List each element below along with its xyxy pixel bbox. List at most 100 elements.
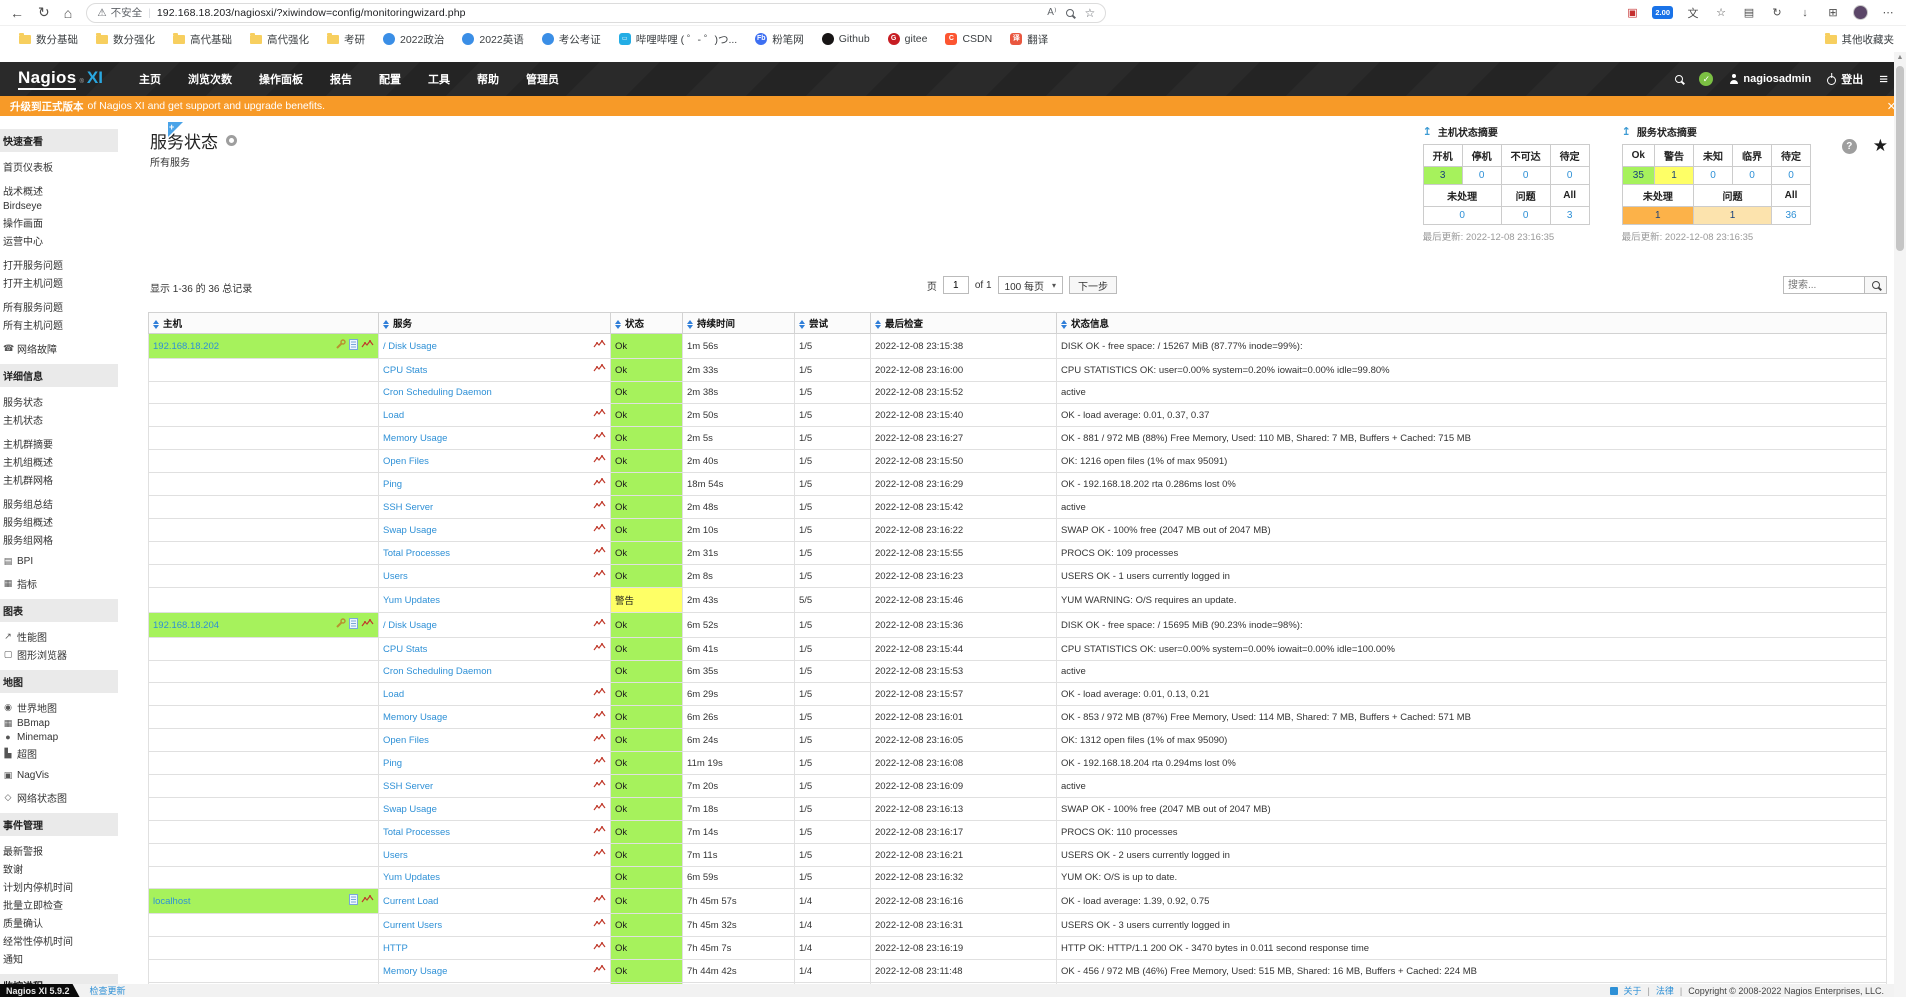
perf-graph-icon[interactable]: [361, 619, 374, 631]
summary-value[interactable]: 0: [1694, 167, 1733, 185]
sidebar-item[interactable]: 打开服务问题: [0, 255, 118, 273]
column-header-主机[interactable]: 主机: [149, 313, 379, 334]
sidebar-item[interactable]: 主机群摘要: [0, 434, 118, 452]
sort-icon[interactable]: [799, 320, 805, 329]
column-header-尝试[interactable]: 尝试: [795, 313, 871, 334]
perf-graph-icon[interactable]: [593, 570, 606, 582]
summary-value[interactable]: 1: [1694, 207, 1772, 225]
service-link[interactable]: Yum Updates: [383, 872, 440, 883]
per-page-select[interactable]: 100 每页 ▾: [998, 276, 1063, 294]
nav-item-管理员[interactable]: 管理员: [526, 71, 559, 87]
sidebar-item[interactable]: 所有服务问题: [0, 297, 118, 315]
sidebar-section-header[interactable]: 详细信息: [0, 364, 118, 387]
sidebar-item[interactable]: 致谢: [0, 859, 118, 877]
sort-icon[interactable]: [875, 320, 881, 329]
back-icon[interactable]: ←: [10, 5, 24, 21]
service-link[interactable]: Open Files: [383, 735, 429, 746]
nav-item-配置[interactable]: 配置: [379, 71, 401, 87]
sidebar-item[interactable]: 服务组概述: [0, 512, 118, 530]
url-bar[interactable]: ⚠ 不安全 | 192.168.18.203/nagiosxi/?xiwindo…: [86, 3, 1106, 23]
sidebar-section-header[interactable]: 事件管理: [0, 813, 118, 836]
service-link[interactable]: Total Processes: [383, 548, 450, 559]
history-icon[interactable]: ↻: [1769, 5, 1785, 21]
wrench-icon[interactable]: [335, 339, 346, 353]
sort-icon[interactable]: [1061, 320, 1067, 329]
perf-graph-icon[interactable]: [593, 734, 606, 746]
banner-bold-text[interactable]: 升级到正式版本: [10, 99, 84, 114]
summary-value[interactable]: 1: [1655, 167, 1694, 185]
page-scrollbar[interactable]: ▲: [1894, 52, 1906, 997]
perf-graph-icon[interactable]: [593, 619, 606, 631]
scrollbar-thumb[interactable]: [1896, 66, 1904, 251]
perf-graph-icon[interactable]: [593, 643, 606, 655]
logout-button[interactable]: 登出: [1827, 71, 1863, 87]
header-search-icon[interactable]: [1675, 75, 1683, 83]
bookmark-item[interactable]: 译翻译: [1003, 30, 1055, 49]
sidebar-item[interactable]: 主机状态: [0, 410, 118, 428]
sidebar-item[interactable]: ▢图形浏览器: [0, 645, 118, 663]
summary-value[interactable]: 0: [1733, 167, 1772, 185]
search-input[interactable]: [1783, 276, 1865, 294]
about-link[interactable]: 关于: [1624, 984, 1642, 997]
next-page-button[interactable]: 下一步: [1069, 276, 1117, 294]
perf-graph-icon[interactable]: [593, 409, 606, 421]
sidebar-item[interactable]: ●Minemap: [0, 730, 118, 744]
wrench-icon[interactable]: [335, 618, 346, 632]
log-icon[interactable]: [349, 894, 358, 908]
service-link[interactable]: Memory Usage: [383, 966, 447, 977]
bookmark-item[interactable]: 考公考证: [535, 30, 608, 49]
read-aloud-icon[interactable]: A⁾: [1047, 7, 1056, 18]
sidebar-item[interactable]: Birdseye: [0, 199, 118, 213]
perf-graph-icon[interactable]: [593, 524, 606, 536]
favorites-star-icon[interactable]: ☆: [1713, 5, 1729, 21]
profile-avatar[interactable]: [1853, 5, 1868, 20]
perf-graph-icon[interactable]: [593, 501, 606, 513]
perf-graph-icon[interactable]: [593, 364, 606, 376]
collections-icon[interactable]: ▤: [1741, 5, 1757, 21]
sidebar-item[interactable]: 战术概述: [0, 181, 118, 199]
summary-value[interactable]: 0: [1423, 207, 1501, 225]
bookmark-item[interactable]: 数分基础: [12, 30, 85, 49]
sidebar-item[interactable]: 操作画面: [0, 213, 118, 231]
sidebar-item[interactable]: 服务状态: [0, 392, 118, 410]
zoom-icon[interactable]: [1066, 9, 1074, 17]
sidebar-section-header[interactable]: 快速查看: [0, 129, 118, 152]
service-link[interactable]: SSH Server: [383, 781, 433, 792]
service-link[interactable]: Cron Scheduling Daemon: [383, 666, 492, 677]
sidebar-item[interactable]: ◉世界地图: [0, 698, 118, 716]
host-cell[interactable]: 192.168.18.202: [149, 334, 379, 359]
perf-graph-icon[interactable]: [593, 711, 606, 723]
sort-icon[interactable]: [153, 320, 159, 329]
sidebar-item[interactable]: ▙超图: [0, 744, 118, 762]
service-link[interactable]: Ping: [383, 479, 402, 490]
bookmark-item[interactable]: 考研: [320, 30, 372, 49]
perf-graph-icon[interactable]: [593, 340, 606, 352]
security-warning[interactable]: ⚠ 不安全: [97, 5, 142, 20]
host-link[interactable]: 192.168.18.202: [153, 341, 219, 352]
column-header-状态信息[interactable]: 状态信息: [1057, 313, 1887, 334]
downloads-icon[interactable]: ↓: [1797, 5, 1813, 21]
column-header-状态[interactable]: 状态: [611, 313, 683, 334]
sort-icon[interactable]: [687, 320, 693, 329]
perf-graph-icon[interactable]: [593, 919, 606, 931]
extension-red-icon[interactable]: ▣: [1624, 5, 1640, 21]
service-link[interactable]: Load: [383, 410, 404, 421]
legal-link[interactable]: 法律: [1656, 984, 1674, 997]
sidebar-item[interactable]: 打开主机问题: [0, 273, 118, 291]
help-icon[interactable]: ?: [1842, 139, 1857, 154]
price-badge[interactable]: 2.00: [1652, 6, 1673, 19]
translate-icon[interactable]: 文: [1685, 5, 1701, 21]
summary-value[interactable]: 0: [1501, 167, 1550, 185]
sidebar-item[interactable]: ▤BPI: [0, 554, 118, 568]
column-header-最后检查[interactable]: 最后检查: [871, 313, 1057, 334]
home-icon[interactable]: ⌂: [64, 5, 72, 21]
summary-value[interactable]: 1: [1622, 207, 1693, 225]
sidebar-item[interactable]: ▦BBmap: [0, 716, 118, 730]
sidebar-item[interactable]: ▦指标: [0, 574, 118, 592]
nav-item-浏览次数[interactable]: 浏览次数: [188, 71, 232, 87]
sidebar-item[interactable]: 主机组概述: [0, 452, 118, 470]
sidebar-item[interactable]: 最新警报: [0, 841, 118, 859]
nav-item-操作面板[interactable]: 操作面板: [259, 71, 303, 87]
sidebar-item[interactable]: 批量立即检查: [0, 895, 118, 913]
sidebar-item[interactable]: 服务组总结: [0, 494, 118, 512]
